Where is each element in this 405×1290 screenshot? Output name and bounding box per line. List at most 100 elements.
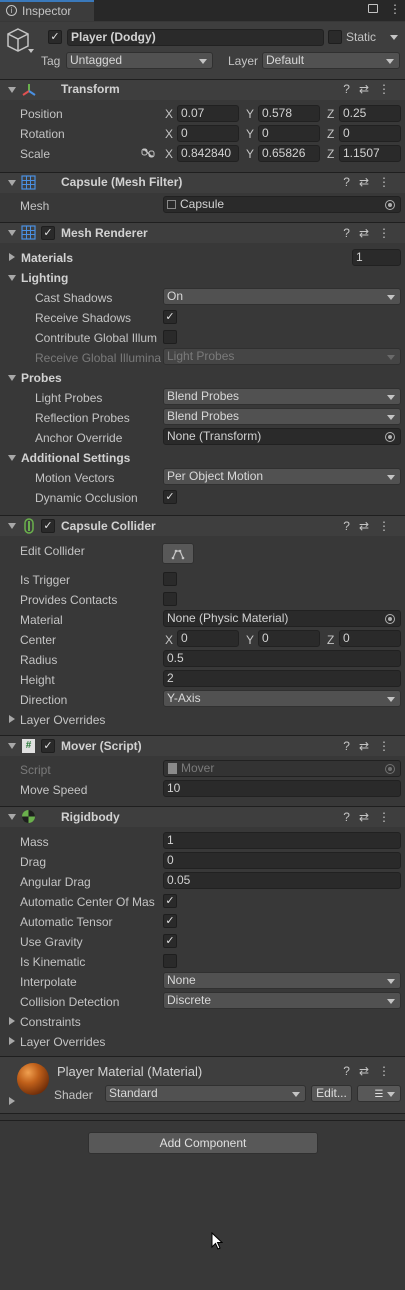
additional-settings-label[interactable]: Additional Settings bbox=[21, 451, 130, 465]
object-name-field[interactable]: Player (Dodgy) bbox=[67, 29, 324, 46]
direction-dropdown[interactable]: Y-Axis bbox=[163, 690, 401, 707]
cast-shadows-dropdown[interactable]: On bbox=[163, 288, 401, 305]
tag-dropdown[interactable]: Untagged bbox=[66, 52, 213, 69]
lighting-label[interactable]: Lighting bbox=[21, 271, 68, 285]
object-picker-icon[interactable] bbox=[385, 614, 395, 624]
edit-collider-button[interactable] bbox=[162, 543, 194, 564]
scale-x-label[interactable]: X bbox=[165, 147, 173, 161]
probes-foldout[interactable] bbox=[8, 375, 16, 381]
collider-layer-overrides-label[interactable]: Layer Overrides bbox=[20, 713, 105, 727]
motion-vectors-dropdown[interactable]: Per Object Motion bbox=[163, 468, 401, 485]
auto-center-of-mass-checkbox[interactable]: ✓ bbox=[163, 894, 177, 908]
materials-foldout[interactable] bbox=[9, 253, 15, 261]
material-foldout[interactable] bbox=[9, 1097, 15, 1105]
mass-field[interactable]: 1 bbox=[163, 832, 401, 849]
mesh-renderer-foldout[interactable] bbox=[8, 230, 16, 236]
shader-edit-button[interactable]: Edit... bbox=[311, 1085, 352, 1102]
center-x-field[interactable]: 0 bbox=[177, 630, 239, 647]
rotation-y-field[interactable]: 0 bbox=[258, 125, 320, 142]
tab-inspector[interactable]: i Inspector bbox=[0, 0, 94, 21]
mesh-object-field[interactable]: Capsule bbox=[163, 196, 401, 213]
scale-z-label[interactable]: Z bbox=[327, 147, 334, 161]
rigidbody-header-icons[interactable]: ?⇄⋮ bbox=[343, 810, 399, 824]
transform-header-icons[interactable]: ?⇄⋮ bbox=[343, 82, 399, 96]
position-y-label[interactable]: Y bbox=[246, 107, 254, 121]
rotation-y-label[interactable]: Y bbox=[246, 127, 254, 141]
capsule-collider-foldout[interactable] bbox=[8, 523, 16, 529]
contribute-gi-checkbox[interactable] bbox=[163, 330, 177, 344]
lighting-foldout[interactable] bbox=[8, 275, 16, 281]
rigidbody-layer-overrides-label[interactable]: Layer Overrides bbox=[20, 1035, 105, 1049]
reflection-probes-dropdown[interactable]: Blend Probes bbox=[163, 408, 401, 425]
additional-settings-foldout[interactable] bbox=[8, 455, 16, 461]
mover-enabled-checkbox[interactable]: ✓ bbox=[41, 739, 55, 753]
receive-shadows-checkbox[interactable]: ✓ bbox=[163, 310, 177, 324]
capsule-collider-enabled-checkbox[interactable]: ✓ bbox=[41, 519, 55, 533]
auto-tensor-checkbox[interactable]: ✓ bbox=[163, 914, 177, 928]
angular-drag-field[interactable]: 0.05 bbox=[163, 872, 401, 889]
is-trigger-checkbox[interactable] bbox=[163, 572, 177, 586]
move-speed-field[interactable]: 10 bbox=[163, 780, 401, 797]
probes-label[interactable]: Probes bbox=[21, 371, 62, 385]
mover-foldout[interactable] bbox=[8, 743, 16, 749]
mesh-filter-foldout[interactable] bbox=[8, 180, 16, 186]
constrain-proportions-icon[interactable] bbox=[141, 147, 155, 159]
collision-detection-dropdown[interactable]: Discrete bbox=[163, 992, 401, 1009]
icon-dropdown-caret[interactable] bbox=[28, 49, 34, 53]
active-checkbox[interactable]: ✓ bbox=[48, 30, 62, 44]
add-component-button[interactable]: Add Component bbox=[88, 1132, 318, 1154]
collider-layer-overrides-foldout[interactable] bbox=[9, 715, 15, 723]
rotation-x-label[interactable]: X bbox=[165, 127, 173, 141]
mesh-filter-header-icons[interactable]: ?⇄⋮ bbox=[343, 175, 399, 189]
shader-dropdown[interactable]: Standard bbox=[105, 1085, 306, 1102]
center-y-field[interactable]: 0 bbox=[258, 630, 320, 647]
static-checkbox[interactable] bbox=[328, 30, 342, 44]
scale-y-field[interactable]: 0.65826 bbox=[258, 145, 320, 162]
rotation-z-field[interactable]: 0 bbox=[339, 125, 401, 142]
capsule-collider-header-icons[interactable]: ?⇄⋮ bbox=[343, 519, 399, 533]
static-dropdown-caret[interactable] bbox=[390, 35, 398, 40]
center-z-label[interactable]: Z bbox=[327, 633, 334, 647]
materials-label[interactable]: Materials bbox=[21, 251, 73, 265]
position-y-field[interactable]: 0.578 bbox=[258, 105, 320, 122]
constraints-label[interactable]: Constraints bbox=[20, 1015, 81, 1029]
drag-field[interactable]: 0 bbox=[163, 852, 401, 869]
layer-dropdown[interactable]: Default bbox=[262, 52, 400, 69]
position-z-label[interactable]: Z bbox=[327, 107, 334, 121]
materials-count-field[interactable]: 1 bbox=[352, 249, 401, 266]
scale-x-field[interactable]: 0.842840 bbox=[177, 145, 239, 162]
use-gravity-checkbox[interactable]: ✓ bbox=[163, 934, 177, 948]
center-x-label[interactable]: X bbox=[165, 633, 173, 647]
transform-foldout[interactable] bbox=[8, 87, 16, 93]
material-header-icons[interactable]: ?⇄⋮ bbox=[343, 1064, 399, 1078]
height-field[interactable]: 2 bbox=[163, 670, 401, 687]
rotation-x-field[interactable]: 0 bbox=[177, 125, 239, 142]
dynamic-occlusion-checkbox[interactable]: ✓ bbox=[163, 490, 177, 504]
interpolate-dropdown[interactable]: None bbox=[163, 972, 401, 989]
object-picker-icon[interactable] bbox=[385, 432, 395, 442]
shader-menu-button[interactable]: ☰ bbox=[357, 1085, 401, 1102]
light-probes-dropdown[interactable]: Blend Probes bbox=[163, 388, 401, 405]
position-x-label[interactable]: X bbox=[165, 107, 173, 121]
position-z-field[interactable]: 0.25 bbox=[339, 105, 401, 122]
mover-header-icons[interactable]: ?⇄⋮ bbox=[343, 739, 399, 753]
constraints-foldout[interactable] bbox=[9, 1017, 15, 1025]
radius-field[interactable]: 0.5 bbox=[163, 650, 401, 667]
lock-icon[interactable] bbox=[368, 4, 378, 13]
scale-y-label[interactable]: Y bbox=[246, 147, 254, 161]
anchor-override-field[interactable]: None (Transform) bbox=[163, 428, 401, 445]
collider-material-field[interactable]: None (Physic Material) bbox=[163, 610, 401, 627]
center-z-field[interactable]: 0 bbox=[339, 630, 401, 647]
scale-z-field[interactable]: 1.1507 bbox=[339, 145, 401, 162]
provides-contacts-checkbox[interactable] bbox=[163, 592, 177, 606]
rotation-z-label[interactable]: Z bbox=[327, 127, 334, 141]
mesh-renderer-header-icons[interactable]: ?⇄⋮ bbox=[343, 226, 399, 240]
rigidbody-layer-overrides-foldout[interactable] bbox=[9, 1037, 15, 1045]
rigidbody-foldout[interactable] bbox=[8, 814, 16, 820]
mesh-renderer-enabled-checkbox[interactable]: ✓ bbox=[41, 226, 55, 240]
center-y-label[interactable]: Y bbox=[246, 633, 254, 647]
tab-menu-icon[interactable]: ⋮ bbox=[389, 2, 401, 16]
is-kinematic-checkbox[interactable] bbox=[163, 954, 177, 968]
position-x-field[interactable]: 0.07 bbox=[177, 105, 239, 122]
object-picker-icon[interactable] bbox=[385, 200, 395, 210]
